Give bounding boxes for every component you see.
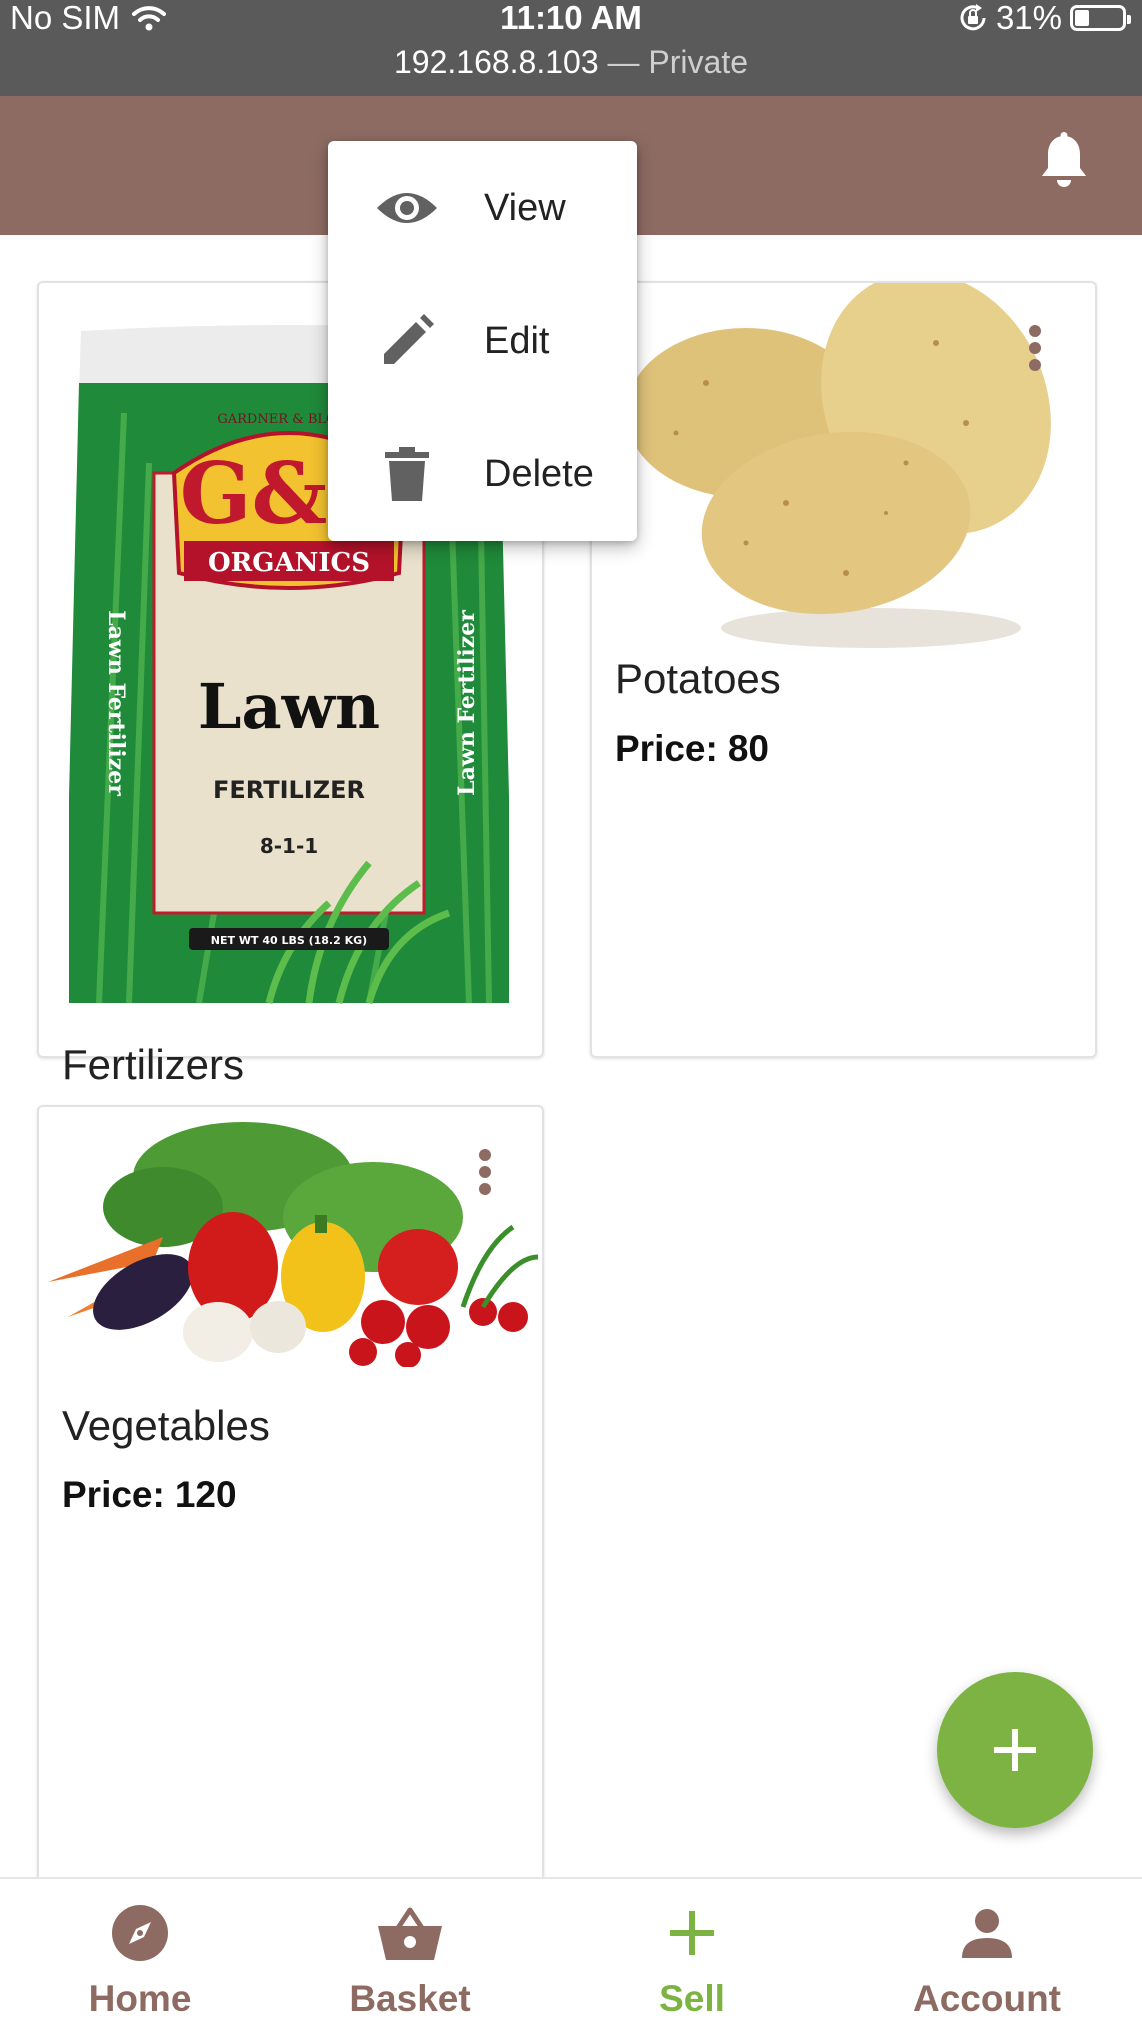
product-context-menu: View Edit Delete	[328, 141, 637, 541]
product-price: Price: 120	[62, 1474, 237, 1516]
product-title: Fertilizers	[62, 1041, 245, 1088]
notifications-button[interactable]	[1034, 129, 1094, 193]
bag-net-weight: NET WT 40 LBS (18.2 KG)	[211, 934, 367, 947]
battery-level-fill	[1075, 10, 1090, 26]
battery-icon	[1070, 5, 1131, 31]
menu-label: Delete	[484, 453, 594, 495]
potatoes-image	[636, 283, 1051, 648]
menu-label: Edit	[484, 320, 550, 362]
nav-label: Sell	[659, 1978, 725, 2019]
menu-item-edit[interactable]: Edit	[328, 274, 637, 408]
plus-icon	[670, 1911, 714, 1955]
menu-icon-wrap	[373, 307, 441, 375]
status-right-group: 31%	[958, 0, 1131, 36]
url-separator: —	[607, 44, 640, 80]
nav-item-basket[interactable]: Basket	[270, 1879, 550, 2035]
status-bar: No SIM 11:10 AM 31% 192.168.8.103 — Priv…	[0, 0, 1142, 96]
trash-icon	[385, 447, 429, 501]
price-value: 80	[727, 728, 769, 769]
bag-side-text-right: Lawn Fertilizer	[454, 610, 480, 796]
bottom-navigation: Home Basket Sell Account	[0, 1877, 1142, 2035]
url-bar[interactable]: 192.168.8.103 — Private	[0, 42, 1142, 82]
nav-icon-wrap	[270, 1899, 550, 1967]
product-menu-button[interactable]	[465, 1140, 505, 1204]
price-value: 120	[174, 1474, 237, 1515]
menu-icon-wrap	[373, 174, 441, 242]
price-label: Price:	[62, 1474, 165, 1515]
url-address: 192.168.8.103	[393, 44, 599, 80]
product-title: Vegetables	[62, 1402, 270, 1449]
nav-item-account[interactable]: Account	[847, 1879, 1127, 2035]
bell-icon	[1042, 132, 1086, 187]
nav-item-sell[interactable]: Sell	[552, 1879, 832, 2035]
product-menu-button[interactable]	[1015, 316, 1055, 380]
menu-icon-wrap	[373, 440, 441, 508]
person-icon	[962, 1909, 1012, 1958]
battery-percent: 31%	[995, 0, 1062, 36]
url-mode: Private	[648, 44, 748, 80]
menu-label: View	[484, 187, 566, 229]
menu-item-delete[interactable]: Delete	[328, 407, 637, 541]
price-label: Price:	[615, 728, 718, 769]
more-vert-icon	[479, 1149, 491, 1195]
nav-icon-wrap	[552, 1899, 832, 1967]
nav-label: Basket	[349, 1978, 471, 2019]
nav-item-home[interactable]: Home	[0, 1879, 280, 2035]
product-price: Price: 80	[615, 728, 769, 770]
nav-icon-wrap	[847, 1899, 1127, 1967]
nav-label: Home	[88, 1978, 192, 2019]
product-card-vegetables[interactable]: Vegetables Price: 120	[37, 1105, 544, 1885]
product-title: Potatoes	[615, 655, 781, 702]
nav-icon-wrap	[0, 1899, 280, 1967]
bag-lawn-title: Lawn	[198, 670, 380, 743]
orientation-lock-icon	[960, 4, 986, 31]
bag-organics: ORGANICS	[208, 548, 370, 578]
bag-npk: 8-1-1	[260, 834, 318, 858]
bag-side-text-left: Lawn Fertilizer	[103, 610, 129, 796]
pencil-icon	[384, 314, 434, 364]
bag-fertilizer-label: FERTILIZER	[213, 776, 365, 804]
more-vert-icon	[1029, 325, 1041, 371]
compass-icon	[112, 1905, 168, 1961]
nav-label: Account	[913, 1978, 1061, 2019]
product-card-potatoes[interactable]: Potatoes Price: 80	[590, 281, 1097, 1058]
basket-icon	[378, 1907, 442, 1960]
eye-icon	[377, 193, 437, 223]
menu-item-view[interactable]: View	[328, 141, 637, 275]
plus-icon	[994, 1729, 1036, 1771]
add-product-fab[interactable]	[937, 1672, 1093, 1828]
